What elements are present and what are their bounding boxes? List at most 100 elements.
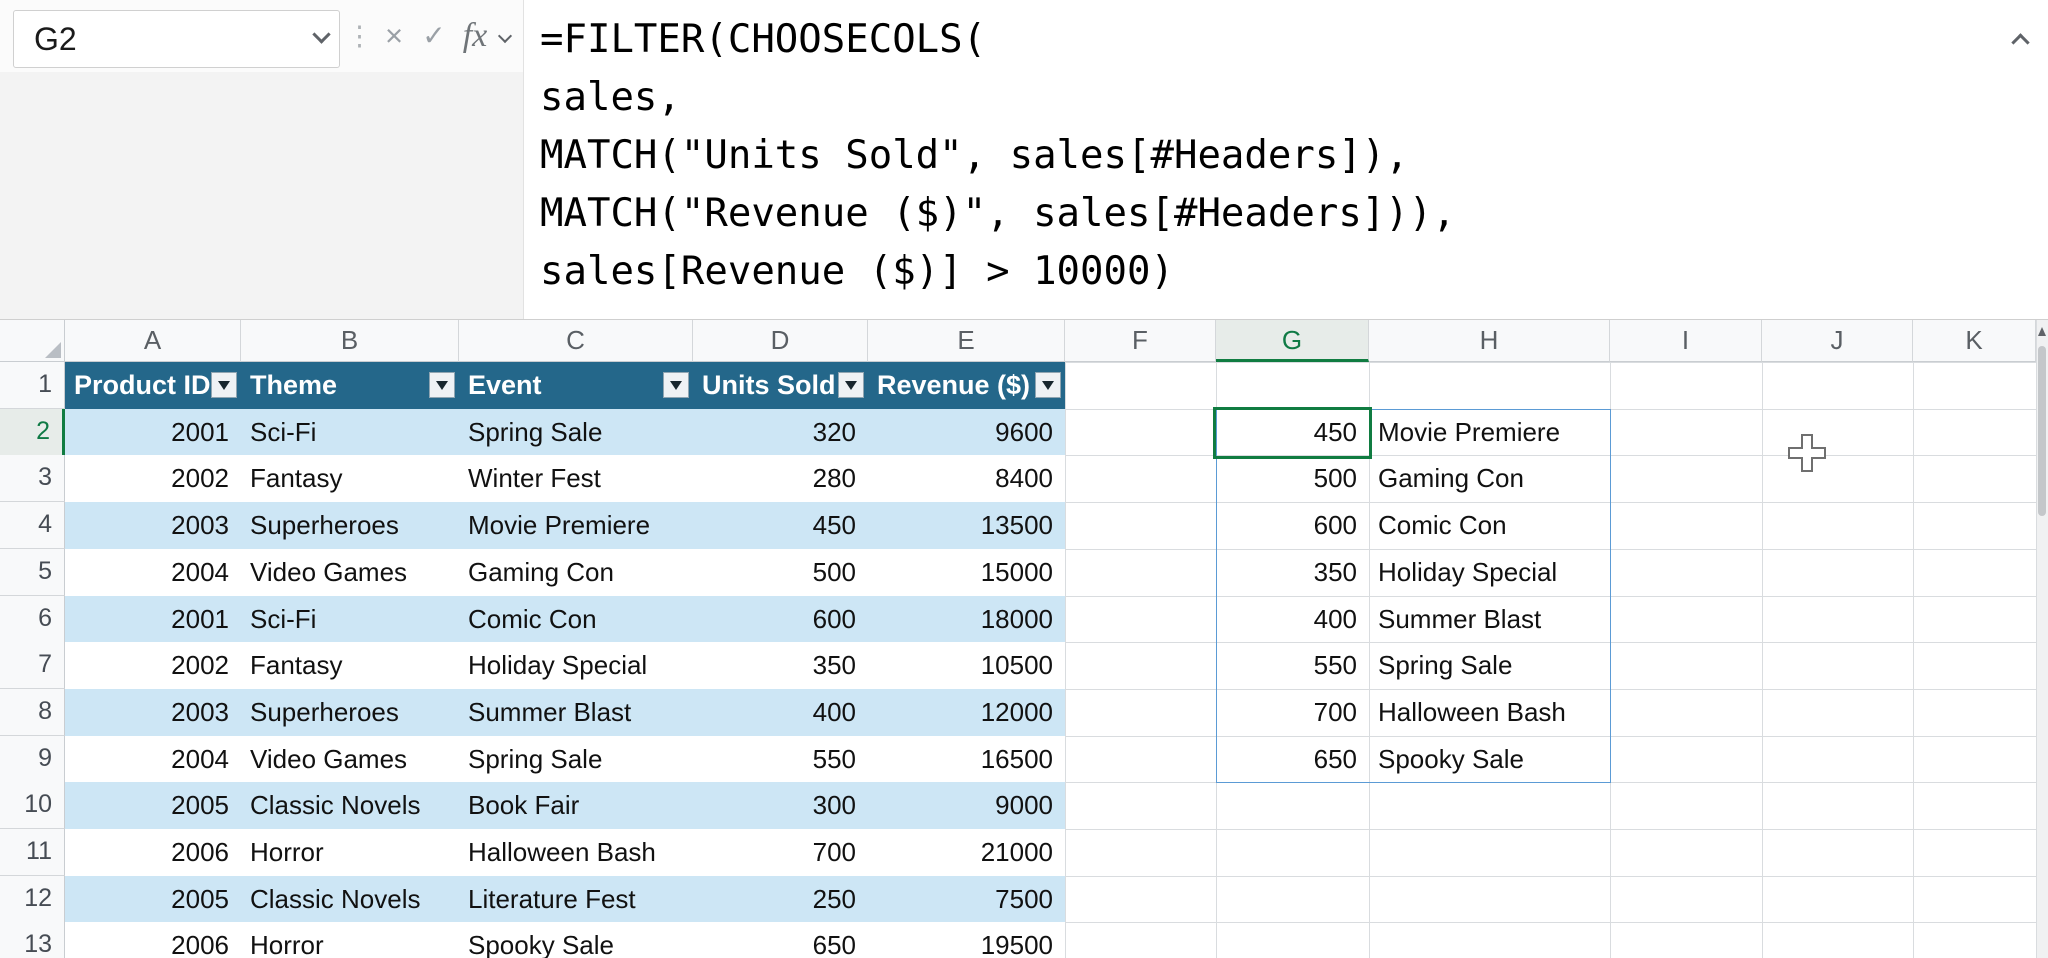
- cell-B5[interactable]: Video Games: [241, 549, 459, 596]
- row-header-7[interactable]: 7: [0, 642, 65, 689]
- cell-D10[interactable]: 300: [693, 782, 868, 829]
- cell-G5[interactable]: 350: [1216, 549, 1369, 596]
- cell-B7[interactable]: Fantasy: [241, 642, 459, 689]
- cancel-icon[interactable]: ×: [374, 0, 414, 72]
- cell-B9[interactable]: Video Games: [241, 736, 459, 783]
- cell-A8[interactable]: 2003: [65, 689, 241, 736]
- cell-C11[interactable]: Halloween Bash: [459, 829, 693, 876]
- cell-H5[interactable]: Holiday Special: [1369, 549, 1610, 596]
- filter-dropdown-icon[interactable]: [429, 372, 455, 398]
- insert-function-icon[interactable]: fx: [454, 0, 496, 72]
- filter-dropdown-icon[interactable]: [1035, 372, 1061, 398]
- cell-G3[interactable]: 500: [1216, 455, 1369, 502]
- cell-C10[interactable]: Book Fair: [459, 782, 693, 829]
- scrollbar-thumb[interactable]: [2038, 346, 2046, 516]
- column-header-J[interactable]: J: [1762, 320, 1913, 362]
- cell-A3[interactable]: 2002: [65, 455, 241, 502]
- scroll-up-icon[interactable]: [2038, 327, 2046, 336]
- cell-A10[interactable]: 2005: [65, 782, 241, 829]
- cell-C2[interactable]: Spring Sale: [459, 409, 693, 456]
- cell-A2[interactable]: 2001: [65, 409, 241, 456]
- cell-A4[interactable]: 2003: [65, 502, 241, 549]
- cell-H8[interactable]: Halloween Bash: [1369, 689, 1610, 736]
- cell-E8[interactable]: 12000: [868, 689, 1065, 736]
- column-header-B[interactable]: B: [241, 320, 459, 362]
- filter-dropdown-icon[interactable]: [663, 372, 689, 398]
- row-header-8[interactable]: 8: [0, 689, 65, 736]
- row-header-4[interactable]: 4: [0, 502, 65, 549]
- cell-A13[interactable]: 2006: [65, 922, 241, 958]
- cell-B11[interactable]: Horror: [241, 829, 459, 876]
- column-header-H[interactable]: H: [1369, 320, 1610, 362]
- cell-E10[interactable]: 9000: [868, 782, 1065, 829]
- column-header-K[interactable]: K: [1913, 320, 2036, 362]
- cell-B13[interactable]: Horror: [241, 922, 459, 958]
- cell-G8[interactable]: 700: [1216, 689, 1369, 736]
- column-header-C[interactable]: C: [459, 320, 693, 362]
- cell-A5[interactable]: 2004: [65, 549, 241, 596]
- row-header-2[interactable]: 2: [0, 409, 65, 456]
- cell-H4[interactable]: Comic Con: [1369, 502, 1610, 549]
- cell-D11[interactable]: 700: [693, 829, 868, 876]
- row-header-11[interactable]: 11: [0, 829, 65, 876]
- cell-G6[interactable]: 400: [1216, 596, 1369, 643]
- cell-E2[interactable]: 9600: [868, 409, 1065, 456]
- row-header-9[interactable]: 9: [0, 736, 65, 783]
- column-header-E[interactable]: E: [868, 320, 1065, 362]
- cell-E13[interactable]: 19500: [868, 922, 1065, 958]
- cell-D5[interactable]: 500: [693, 549, 868, 596]
- cell-H3[interactable]: Gaming Con: [1369, 455, 1610, 502]
- filter-dropdown-icon[interactable]: [211, 372, 237, 398]
- cell-G7[interactable]: 550: [1216, 642, 1369, 689]
- cell-C6[interactable]: Comic Con: [459, 596, 693, 643]
- cell-C8[interactable]: Summer Blast: [459, 689, 693, 736]
- cell-H7[interactable]: Spring Sale: [1369, 642, 1610, 689]
- row-header-3[interactable]: 3: [0, 455, 65, 502]
- cell-C12[interactable]: Literature Fest: [459, 876, 693, 923]
- cell-D3[interactable]: 280: [693, 455, 868, 502]
- cell-E6[interactable]: 18000: [868, 596, 1065, 643]
- cell-B4[interactable]: Superheroes: [241, 502, 459, 549]
- row-header-12[interactable]: 12: [0, 876, 65, 923]
- cell-D4[interactable]: 450: [693, 502, 868, 549]
- cell-C7[interactable]: Holiday Special: [459, 642, 693, 689]
- cell-C9[interactable]: Spring Sale: [459, 736, 693, 783]
- formula-input[interactable]: =FILTER(CHOOSECOLS(sales,MATCH("Units So…: [540, 11, 1456, 301]
- cell-B3[interactable]: Fantasy: [241, 455, 459, 502]
- row-header-1[interactable]: 1: [0, 362, 65, 409]
- cell-B8[interactable]: Superheroes: [241, 689, 459, 736]
- cell-B12[interactable]: Classic Novels: [241, 876, 459, 923]
- cell-D7[interactable]: 350: [693, 642, 868, 689]
- filter-dropdown-icon[interactable]: [838, 372, 864, 398]
- select-all-corner[interactable]: [0, 320, 65, 362]
- cell-A7[interactable]: 2002: [65, 642, 241, 689]
- column-header-D[interactable]: D: [693, 320, 868, 362]
- cell-C5[interactable]: Gaming Con: [459, 549, 693, 596]
- cell-B10[interactable]: Classic Novels: [241, 782, 459, 829]
- column-header-I[interactable]: I: [1610, 320, 1762, 362]
- cell-H6[interactable]: Summer Blast: [1369, 596, 1610, 643]
- cell-A12[interactable]: 2005: [65, 876, 241, 923]
- cell-D13[interactable]: 650: [693, 922, 868, 958]
- cell-D9[interactable]: 550: [693, 736, 868, 783]
- cell-C4[interactable]: Movie Premiere: [459, 502, 693, 549]
- cell-D6[interactable]: 600: [693, 596, 868, 643]
- cell-H2[interactable]: Movie Premiere: [1369, 409, 1610, 456]
- cell-D12[interactable]: 250: [693, 876, 868, 923]
- cell-E5[interactable]: 15000: [868, 549, 1065, 596]
- cell-E11[interactable]: 21000: [868, 829, 1065, 876]
- cell-D8[interactable]: 400: [693, 689, 868, 736]
- cell-H9[interactable]: Spooky Sale: [1369, 736, 1610, 783]
- column-header-F[interactable]: F: [1065, 320, 1216, 362]
- cell-E9[interactable]: 16500: [868, 736, 1065, 783]
- row-header-5[interactable]: 5: [0, 549, 65, 596]
- name-box[interactable]: G2: [13, 10, 340, 68]
- row-header-6[interactable]: 6: [0, 596, 65, 643]
- cell-D2[interactable]: 320: [693, 409, 868, 456]
- cell-E4[interactable]: 13500: [868, 502, 1065, 549]
- row-header-10[interactable]: 10: [0, 782, 65, 829]
- cell-A6[interactable]: 2001: [65, 596, 241, 643]
- cell-E3[interactable]: 8400: [868, 455, 1065, 502]
- cell-C3[interactable]: Winter Fest: [459, 455, 693, 502]
- column-header-G[interactable]: G: [1216, 320, 1369, 362]
